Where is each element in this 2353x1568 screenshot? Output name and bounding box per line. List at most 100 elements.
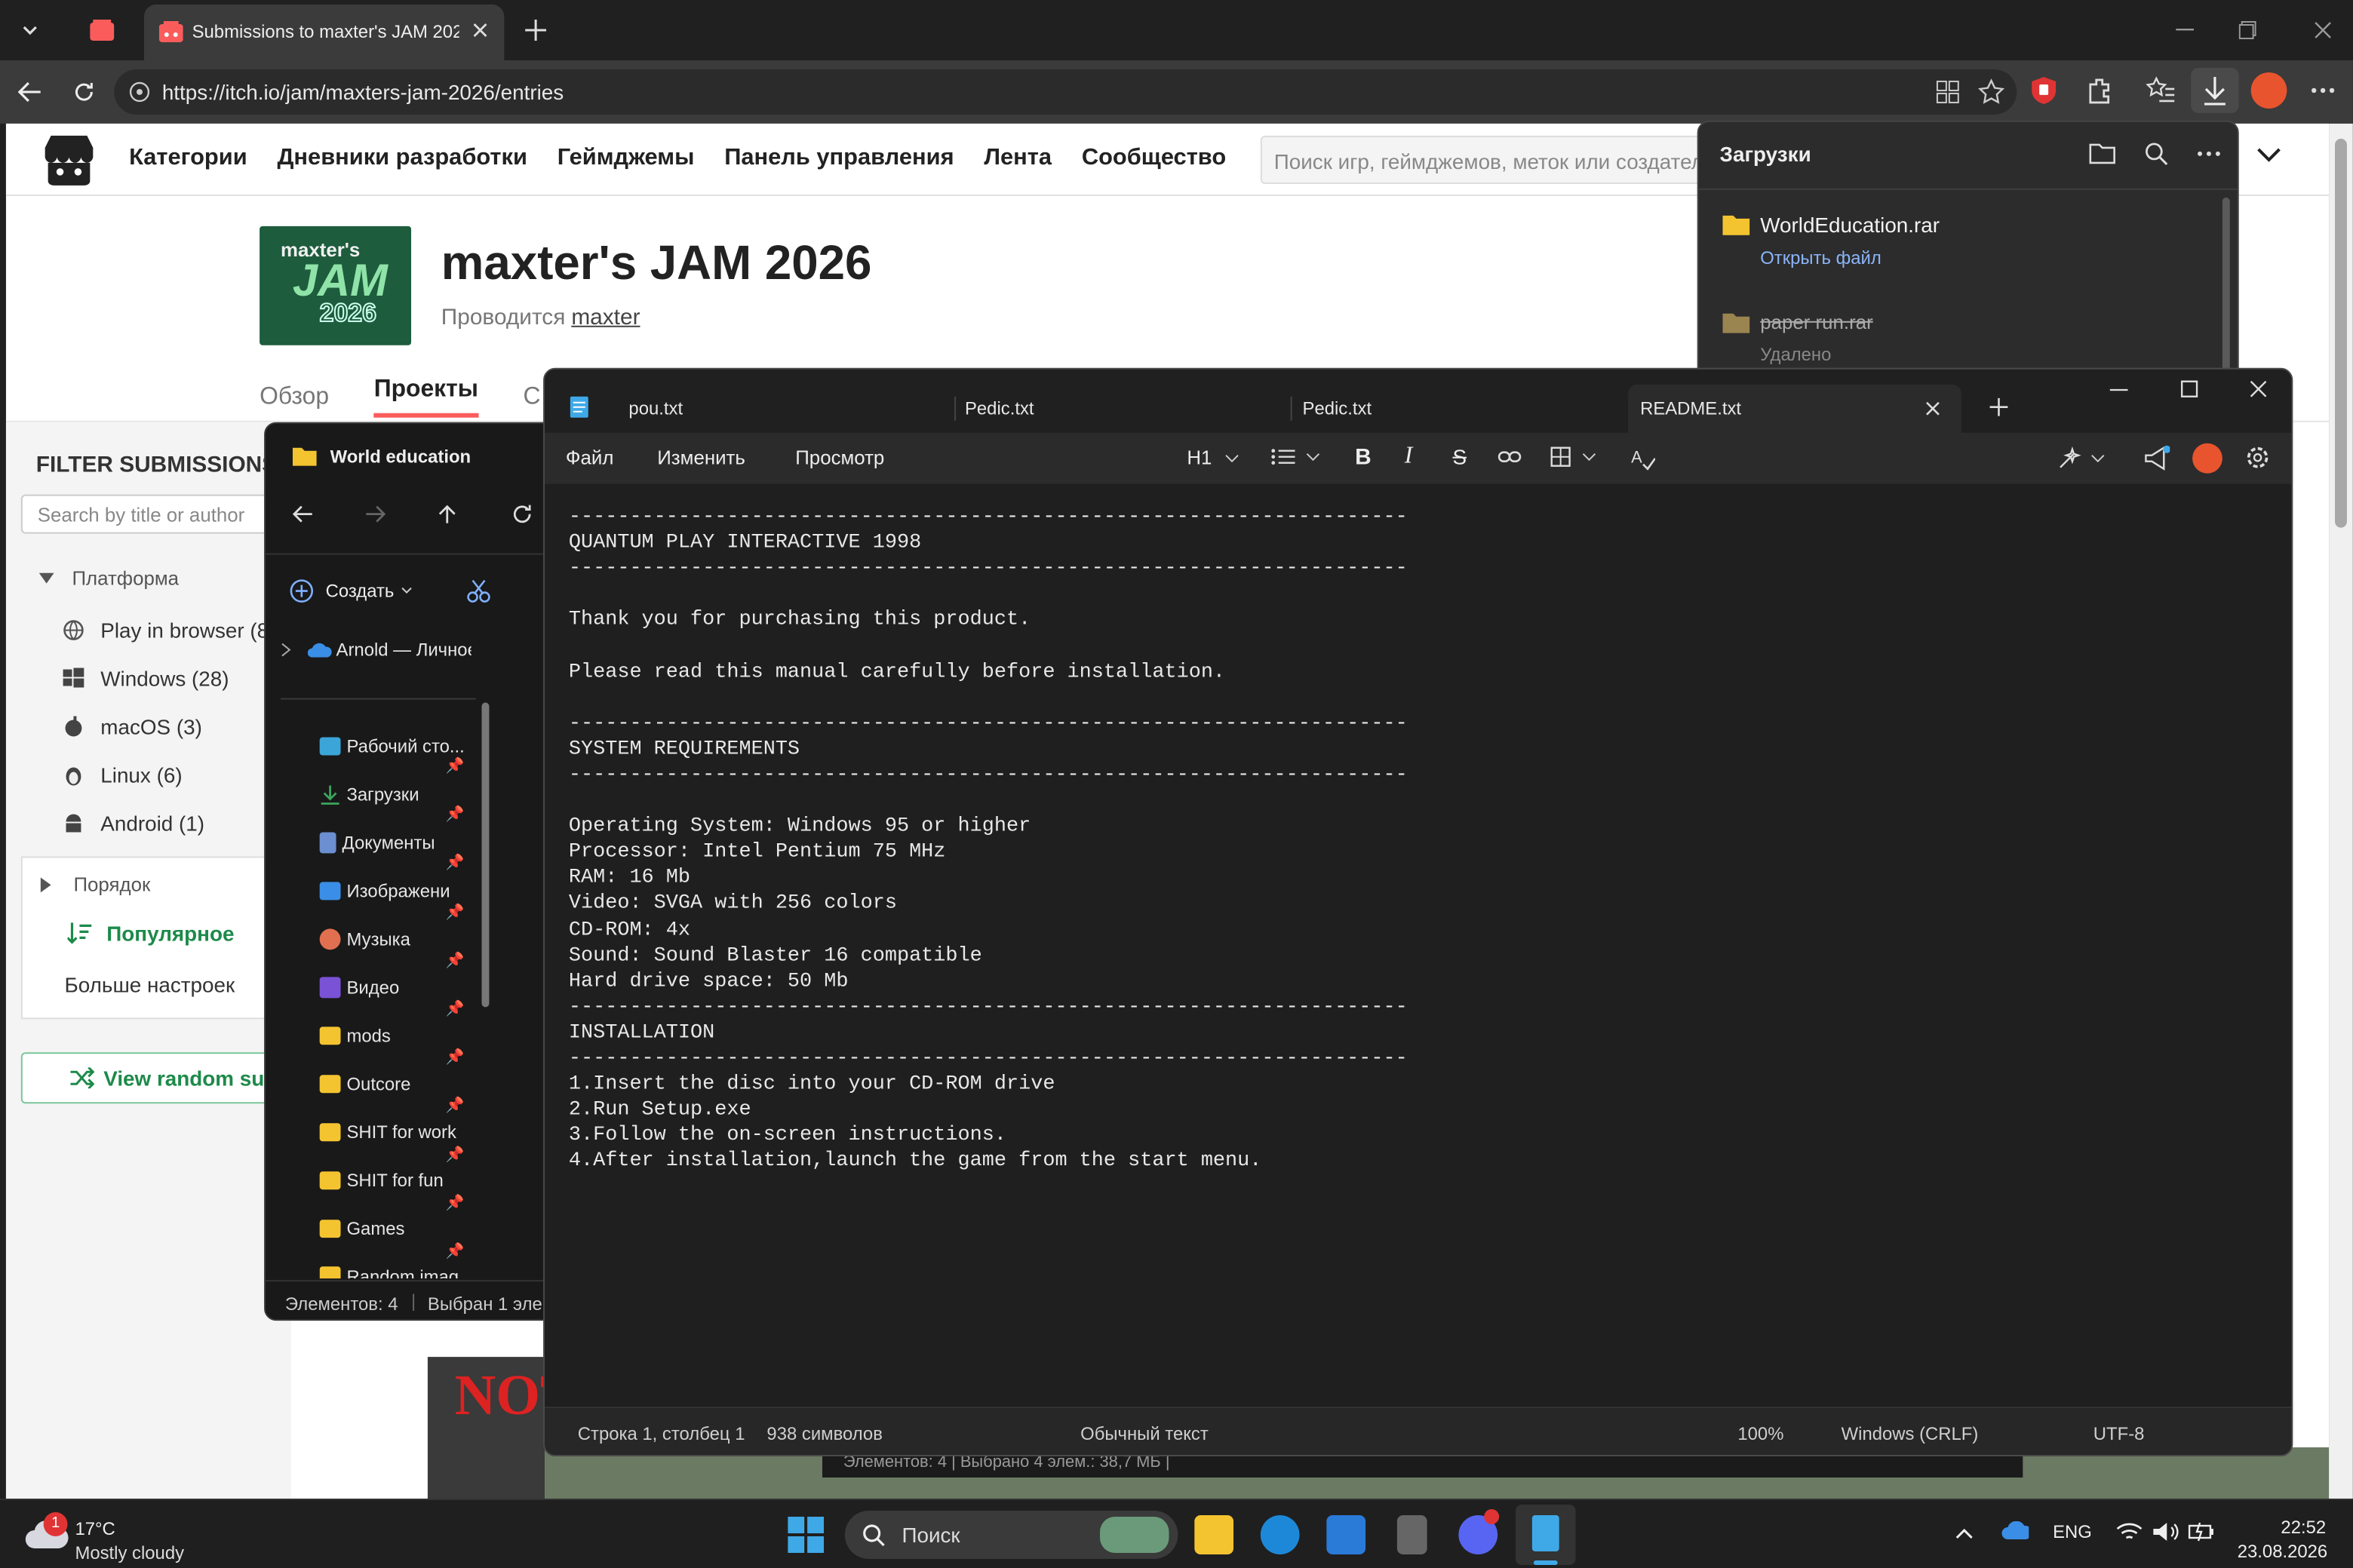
taskbar-search[interactable]: Поиск (844, 1510, 1178, 1559)
bold-icon[interactable]: B (1355, 445, 1372, 471)
quick-access-work[interactable]: SHIT for work (319, 1122, 530, 1143)
menu-edit[interactable]: Изменить (657, 446, 745, 469)
extensions-puzzle-icon[interactable] (2084, 75, 2115, 106)
quick-access-random[interactable]: Random imag (319, 1266, 530, 1279)
site-info-icon[interactable] (129, 81, 150, 103)
profile-avatar[interactable] (2250, 72, 2287, 109)
platform-windows[interactable]: Windows (28) (63, 667, 229, 691)
game-thumbnail[interactable]: NOT (427, 1357, 545, 1499)
battery-icon[interactable] (2188, 1521, 2215, 1542)
volume-icon[interactable] (2152, 1521, 2179, 1542)
nav-community[interactable]: Сообщество (1082, 145, 1226, 172)
platform-heading[interactable]: Платформа (38, 567, 179, 590)
new-tab-plus-icon[interactable] (1989, 397, 2008, 416)
weather-desc[interactable]: Mostly cloudy (75, 1542, 184, 1563)
refresh-icon[interactable] (511, 504, 533, 525)
clock-time[interactable]: 22:52 (2281, 1517, 2326, 1538)
weather-temp[interactable]: 17°C (75, 1518, 115, 1539)
nav-feed[interactable]: Лента (984, 145, 1052, 172)
settings-gear-icon[interactable] (2245, 445, 2271, 471)
tab-pedic-1[interactable]: Pedic.txt (938, 385, 1276, 433)
downloads-scrollbar[interactable] (2222, 197, 2230, 368)
wifi-icon[interactable] (2116, 1521, 2143, 1542)
download-item-name[interactable]: WorldEducation.rar (1760, 213, 1940, 237)
platform-browser[interactable]: Play in browser (8 (63, 618, 269, 643)
page-scrollbar[interactable] (2329, 123, 2353, 1499)
copilot-button[interactable] (2057, 446, 2106, 471)
app-available-icon[interactable] (1936, 80, 1960, 104)
minimize-icon[interactable] (2161, 6, 2209, 54)
minimize-icon[interactable] (2109, 388, 2128, 392)
maximize-icon[interactable] (2180, 380, 2198, 398)
tab-readme[interactable]: README.txt (1628, 384, 1961, 433)
tab-pedic-2[interactable]: Pedic.txt (1276, 385, 1628, 433)
downloads-button[interactable] (2191, 67, 2239, 113)
italic-icon[interactable]: I (1405, 443, 1413, 471)
file-explorer-taskbar-icon[interactable] (1194, 1514, 1234, 1554)
page-scrollbar-thumb[interactable] (2335, 138, 2347, 528)
pinned-tab-itch-icon[interactable] (78, 6, 126, 54)
line-endings[interactable]: Windows (CRLF) (1842, 1423, 1979, 1444)
nav-scrollbar[interactable] (481, 702, 490, 1008)
quick-access-fun[interactable]: SHIT for fun (319, 1170, 530, 1191)
active-tab[interactable]: Submissions to maxter's JAM 2026 (143, 4, 505, 60)
close-window-icon[interactable] (2299, 6, 2347, 54)
itch-search-input[interactable]: Поиск игр, геймджемов, меток или создате… (1260, 135, 1711, 184)
open-file-link[interactable]: Открыть файл (1760, 247, 1881, 268)
clock-date[interactable]: 23.08.2026 (2238, 1541, 2327, 1562)
encoding[interactable]: UTF-8 (2093, 1423, 2145, 1444)
account-avatar[interactable] (2192, 443, 2222, 474)
forward-arrow-icon[interactable] (364, 505, 386, 523)
link-icon[interactable] (1498, 450, 1522, 465)
open-folder-icon[interactable] (2089, 142, 2116, 164)
table-button[interactable] (1550, 446, 1597, 468)
quick-access-documents[interactable]: Документы (319, 832, 530, 854)
app-taskbar-icon[interactable] (1396, 1514, 1427, 1554)
order-popular[interactable]: Популярное (67, 921, 235, 945)
onedrive-item[interactable]: Arnold — Личное (281, 640, 490, 661)
random-submission-button[interactable]: View random sub (20, 1052, 299, 1104)
back-arrow-icon[interactable] (6, 68, 54, 116)
favorite-star-icon[interactable] (1977, 78, 2005, 106)
platform-android[interactable]: Android (1) (63, 811, 204, 835)
tab-actions-chevron-icon[interactable] (6, 6, 54, 54)
quick-access-outcore[interactable]: Outcore (319, 1073, 530, 1094)
order-heading[interactable]: Порядок (40, 873, 150, 895)
platform-macos[interactable]: macOS (3) (63, 715, 202, 739)
menu-file[interactable]: Файл (566, 446, 614, 469)
url-field[interactable]: https://itch.io/jam/maxters-jam-2026/ent… (114, 69, 2017, 115)
close-tab-icon[interactable] (472, 21, 490, 39)
filter-search-input[interactable]: Search by title or author (20, 494, 276, 534)
nav-categories[interactable]: Категории (129, 145, 247, 172)
quick-access-games[interactable]: Games (319, 1218, 530, 1239)
quick-access-videos[interactable]: Видео (319, 977, 530, 999)
reload-icon[interactable] (60, 68, 109, 116)
edge-browser-icon[interactable] (1260, 1514, 1300, 1554)
notepad-taskbar-active[interactable] (1515, 1505, 1576, 1565)
tab-other[interactable]: С (524, 384, 541, 411)
microsoft-store-icon[interactable] (1326, 1514, 1366, 1554)
back-arrow-icon[interactable] (292, 505, 314, 523)
search-icon[interactable] (2144, 142, 2168, 166)
quick-access-music[interactable]: Музыка (319, 928, 530, 950)
more-menu-icon[interactable] (2311, 78, 2335, 103)
more-settings-link[interactable]: Больше настроек (65, 972, 235, 996)
text-format[interactable]: Обычный текст (1080, 1423, 1209, 1444)
notepad-text-area[interactable]: ----------------------------------------… (545, 483, 2292, 1407)
quick-access-desktop[interactable]: Рабочий сто... (319, 736, 530, 756)
adblock-extension-icon[interactable] (2029, 75, 2059, 106)
favorites-list-icon[interactable] (2146, 75, 2176, 106)
quick-access-pictures[interactable]: Изображени (319, 880, 530, 901)
language-indicator[interactable]: ENG (2053, 1521, 2092, 1542)
tab-pou[interactable]: pou.txt (602, 385, 954, 433)
spellcheck-icon[interactable]: A (1631, 446, 1655, 471)
nav-jams[interactable]: Геймджемы (558, 145, 695, 172)
quick-access-mods[interactable]: mods (319, 1025, 530, 1046)
zoom-level[interactable]: 100% (1737, 1423, 1783, 1444)
list-button[interactable] (1271, 448, 1321, 466)
platform-linux[interactable]: Linux (6) (63, 763, 183, 787)
nav-devlogs[interactable]: Дневники разработки (277, 145, 527, 172)
close-window-icon[interactable] (2250, 380, 2268, 398)
show-hidden-icons-chevron-icon[interactable] (1955, 1527, 1974, 1539)
new-tab-plus-icon[interactable] (511, 6, 560, 54)
